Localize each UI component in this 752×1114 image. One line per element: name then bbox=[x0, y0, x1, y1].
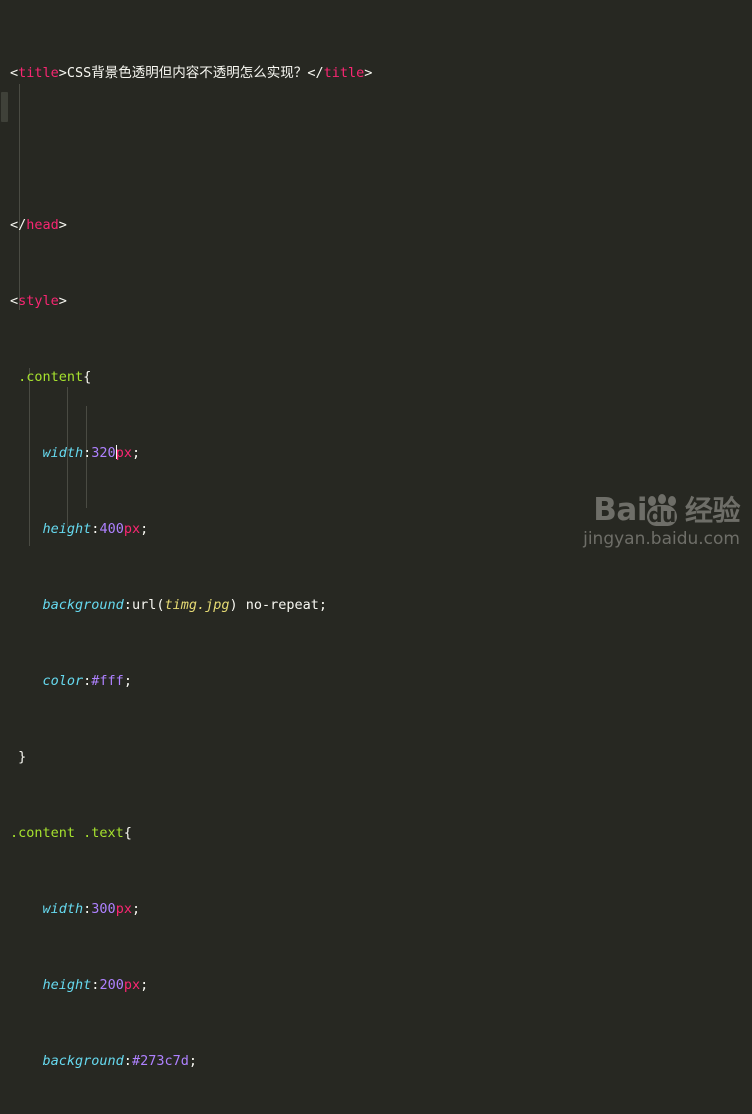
css-selector-content-text: .content .text bbox=[10, 825, 124, 841]
watermark-brand-latin: Bai bbox=[593, 492, 647, 528]
css-property-width: width bbox=[42, 445, 84, 461]
angle-open-slash: </ bbox=[10, 217, 27, 233]
css-unit-px: px bbox=[115, 901, 132, 917]
watermark-url: jingyan.baidu.com bbox=[583, 529, 740, 549]
code-line-14[interactable]: background:#273c7d; bbox=[0, 1052, 752, 1071]
brace-open: { bbox=[123, 825, 132, 841]
baidu-jingyan-watermark: Bai du 经验 jingyan.baidu.com bbox=[583, 492, 741, 549]
css-property-height: height bbox=[42, 977, 92, 993]
colon: : bbox=[91, 977, 100, 993]
css-value-hex: #273c7d bbox=[131, 1053, 189, 1069]
title-text: CSS背景色透明但内容不透明怎么实现？ bbox=[66, 65, 308, 81]
code-line-4[interactable]: <style> bbox=[0, 292, 752, 311]
code-line-9[interactable]: color:#fff; bbox=[0, 672, 752, 691]
semicolon: ; bbox=[131, 445, 141, 461]
css-keyword-no-repeat: no-repeat bbox=[237, 597, 319, 613]
paw-print-icon: du bbox=[645, 493, 679, 527]
css-property-background: background bbox=[42, 597, 124, 613]
angle-close: > bbox=[58, 65, 67, 81]
paw-pad bbox=[657, 493, 666, 504]
css-property-background: background bbox=[42, 1053, 124, 1069]
css-property-height: height bbox=[42, 521, 92, 537]
code-line-6[interactable]: width:320px; bbox=[0, 444, 752, 463]
tag-style-open: style bbox=[18, 293, 59, 309]
css-value-400: 400 bbox=[99, 521, 124, 537]
angle-close: > bbox=[58, 293, 67, 309]
code-line-12[interactable]: width:300px; bbox=[0, 900, 752, 919]
css-unit-px: px bbox=[115, 445, 132, 461]
tag-title-open: title bbox=[18, 65, 59, 81]
code-line-11[interactable]: .content .text{ bbox=[0, 824, 752, 843]
semicolon: ; bbox=[188, 1053, 197, 1069]
css-value-fff: #fff bbox=[91, 673, 124, 689]
code-editor[interactable]: <title>CSS背景色透明但内容不透明怎么实现？</title> </hea… bbox=[0, 0, 752, 1069]
css-url-open: url( bbox=[131, 597, 165, 613]
css-unit-px: px bbox=[123, 521, 141, 537]
css-property-color: color bbox=[42, 673, 84, 689]
watermark-brand-cn: 经验 bbox=[684, 493, 741, 527]
css-url-close: ) bbox=[229, 597, 238, 613]
angle-close-2: > bbox=[364, 65, 373, 81]
semicolon: ; bbox=[131, 901, 141, 917]
code-line-5[interactable]: .content{ bbox=[0, 368, 752, 387]
tag-head-close: head bbox=[26, 217, 59, 233]
css-value-320: 320 bbox=[91, 445, 116, 461]
semicolon: ; bbox=[140, 521, 149, 537]
semicolon: ; bbox=[123, 673, 132, 689]
colon: : bbox=[83, 901, 92, 917]
code-line-13[interactable]: height:200px; bbox=[0, 976, 752, 995]
watermark-logo: Bai du 经验 bbox=[583, 492, 741, 528]
code-line-8[interactable]: background:url(timg.jpg) no-repeat; bbox=[0, 596, 752, 615]
code-line-10[interactable]: } bbox=[0, 748, 752, 767]
code-content[interactable]: <title>CSS背景色透明但内容不透明怎么实现？</title> </hea… bbox=[0, 0, 752, 1114]
angle-close: > bbox=[58, 217, 67, 233]
tag-title-close: title bbox=[323, 65, 365, 81]
colon: : bbox=[83, 673, 92, 689]
brace-close: } bbox=[18, 749, 27, 765]
colon: : bbox=[123, 1053, 132, 1069]
colon: : bbox=[123, 597, 132, 613]
css-value-200: 200 bbox=[99, 977, 124, 993]
angle-open: < bbox=[10, 65, 19, 81]
css-property-width: width bbox=[42, 901, 84, 917]
angle-open-slash: </ bbox=[307, 65, 324, 81]
css-unit-px: px bbox=[123, 977, 141, 993]
code-line-3[interactable]: </head> bbox=[0, 216, 752, 235]
css-value-300: 300 bbox=[91, 901, 116, 917]
brace-open: { bbox=[83, 369, 92, 385]
angle-open: < bbox=[10, 293, 19, 309]
code-line-1[interactable]: <title>CSS背景色透明但内容不透明怎么实现？</title> bbox=[0, 64, 752, 83]
semicolon: ; bbox=[318, 597, 328, 613]
css-selector-content: .content bbox=[18, 369, 84, 385]
watermark-brand-du: du bbox=[648, 502, 676, 527]
css-url-string: timg.jpg bbox=[164, 597, 230, 613]
code-line-2-blank[interactable] bbox=[0, 140, 752, 159]
semicolon: ; bbox=[140, 977, 149, 993]
